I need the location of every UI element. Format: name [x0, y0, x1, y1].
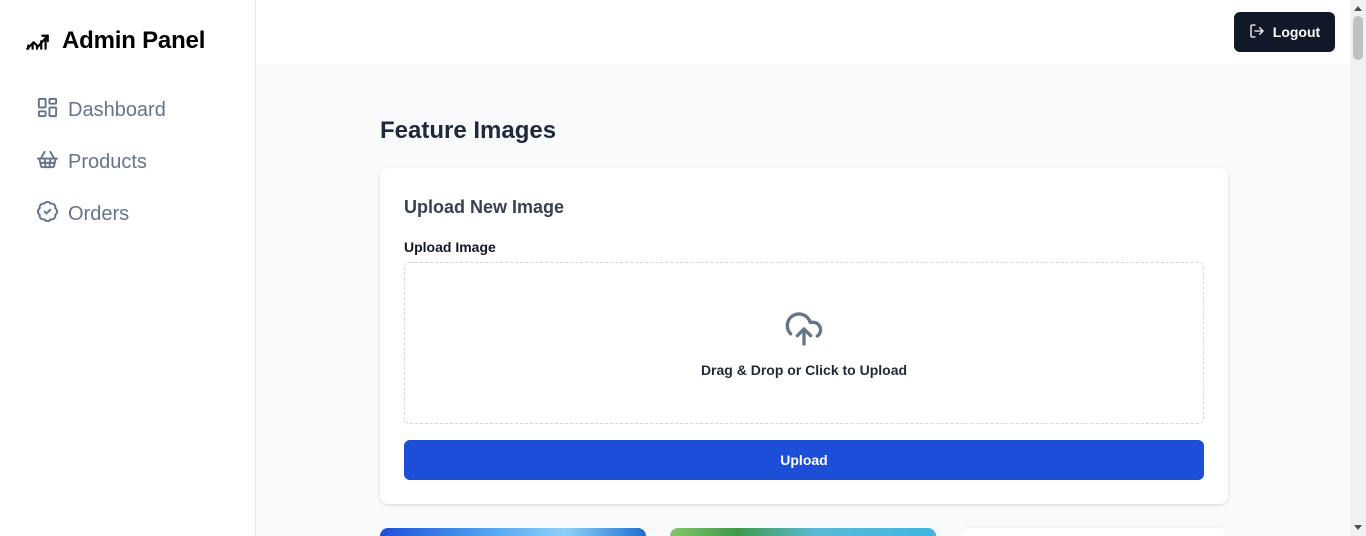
- layout-dashboard-icon: [36, 96, 59, 125]
- upload-dropzone[interactable]: Drag & Drop or Click to Upload: [404, 262, 1204, 424]
- feature-image-thumbnail: [670, 528, 936, 536]
- sidebar-nav: Dashboard Products Orders: [24, 84, 232, 240]
- sidebar-item-label: Orders: [68, 202, 130, 225]
- log-out-icon: [1249, 23, 1265, 42]
- badge-check-icon: [36, 200, 59, 229]
- upload-card: Upload New Image Upload Image Drag & Dro…: [380, 168, 1228, 504]
- scrollbar-thumb[interactable]: [1353, 16, 1363, 60]
- sidebar-item-label: Dashboard: [68, 98, 166, 121]
- upload-image-label: Upload Image: [404, 239, 496, 255]
- main-content: Feature Images Upload New Image Upload I…: [256, 64, 1350, 536]
- brand[interactable]: Admin Panel: [24, 26, 205, 56]
- sidebar-item-label: Products: [68, 150, 147, 173]
- cloud-upload-icon: [784, 309, 824, 354]
- sidebar-item-dashboard[interactable]: Dashboard: [24, 84, 232, 136]
- page-title: Feature Images: [380, 117, 557, 144]
- sidebar: Admin Panel Dashboard Products Orders: [0, 0, 256, 536]
- logout-label: Logout: [1272, 24, 1321, 40]
- shopping-basket-icon: [36, 148, 59, 177]
- upload-card-title: Upload New Image: [404, 197, 565, 217]
- brand-title: Admin Panel: [62, 27, 206, 54]
- dropzone-text: Drag & Drop or Click to Upload: [700, 361, 908, 378]
- top-header: Logout: [256, 0, 1350, 64]
- sidebar-item-products[interactable]: Products: [24, 136, 232, 188]
- sidebar-item-orders[interactable]: Orders: [24, 188, 232, 240]
- scroll-down-icon[interactable]: [1354, 525, 1362, 530]
- chart-line-icon: [24, 26, 52, 57]
- upload-button[interactable]: Upload: [404, 440, 1204, 480]
- feature-image-thumbnail: [380, 528, 646, 536]
- scroll-up-icon[interactable]: [1354, 6, 1362, 11]
- page-scrollbar[interactable]: [1350, 0, 1366, 536]
- feature-image-thumbnail: [961, 528, 1227, 536]
- logout-button[interactable]: Logout: [1234, 12, 1335, 52]
